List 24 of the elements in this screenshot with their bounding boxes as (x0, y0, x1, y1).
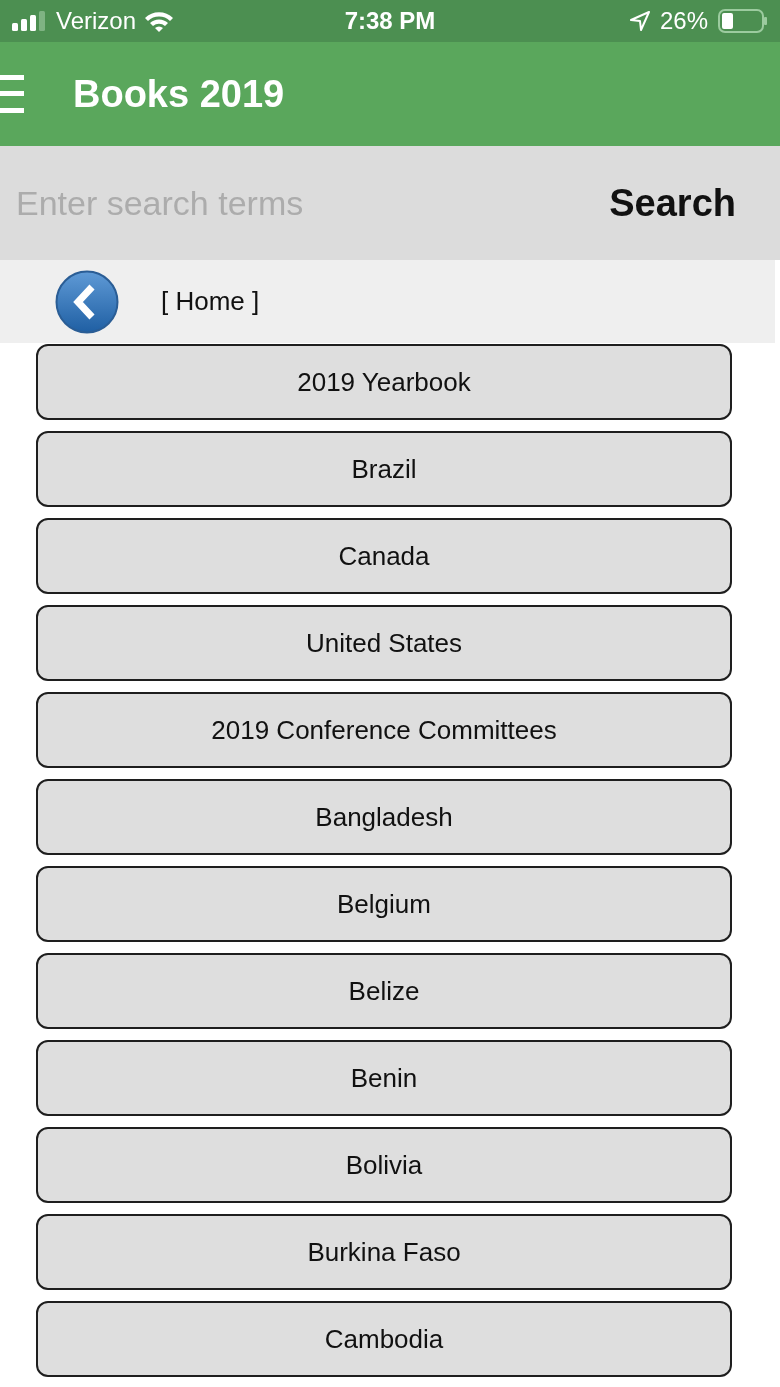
list-item[interactable]: Bangladesh (36, 779, 732, 855)
list-item[interactable]: Brazil (36, 431, 732, 507)
list-item[interactable]: Belize (36, 953, 732, 1029)
carrier-name: Verizon (56, 7, 137, 35)
list-item[interactable]: Benin (36, 1040, 732, 1116)
search-button[interactable]: Search (589, 146, 780, 260)
status-time: 7:38 PM (344, 7, 436, 35)
app-title: Books 2019 (73, 72, 285, 116)
list-item[interactable]: 2019 Yearbook (36, 344, 732, 420)
breadcrumb-label: [ Home ] (161, 286, 260, 317)
list-item[interactable]: Belgium (36, 866, 732, 942)
list-item[interactable]: Burkina Faso (36, 1214, 732, 1290)
list-item[interactable]: United States (36, 605, 732, 681)
menu-icon[interactable] (0, 75, 24, 113)
battery-percent: 26% (659, 7, 708, 35)
list-item[interactable]: Canada (36, 518, 732, 594)
wifi-icon (144, 10, 175, 32)
battery-icon (718, 9, 768, 33)
list-item[interactable]: 2019 Conference Committees (36, 692, 732, 768)
list-item[interactable]: Bolivia (36, 1127, 732, 1203)
location-arrow-icon (629, 11, 650, 31)
back-icon[interactable] (55, 269, 119, 334)
signal-icon (12, 11, 46, 31)
list-item[interactable]: Cambodia (36, 1301, 732, 1377)
